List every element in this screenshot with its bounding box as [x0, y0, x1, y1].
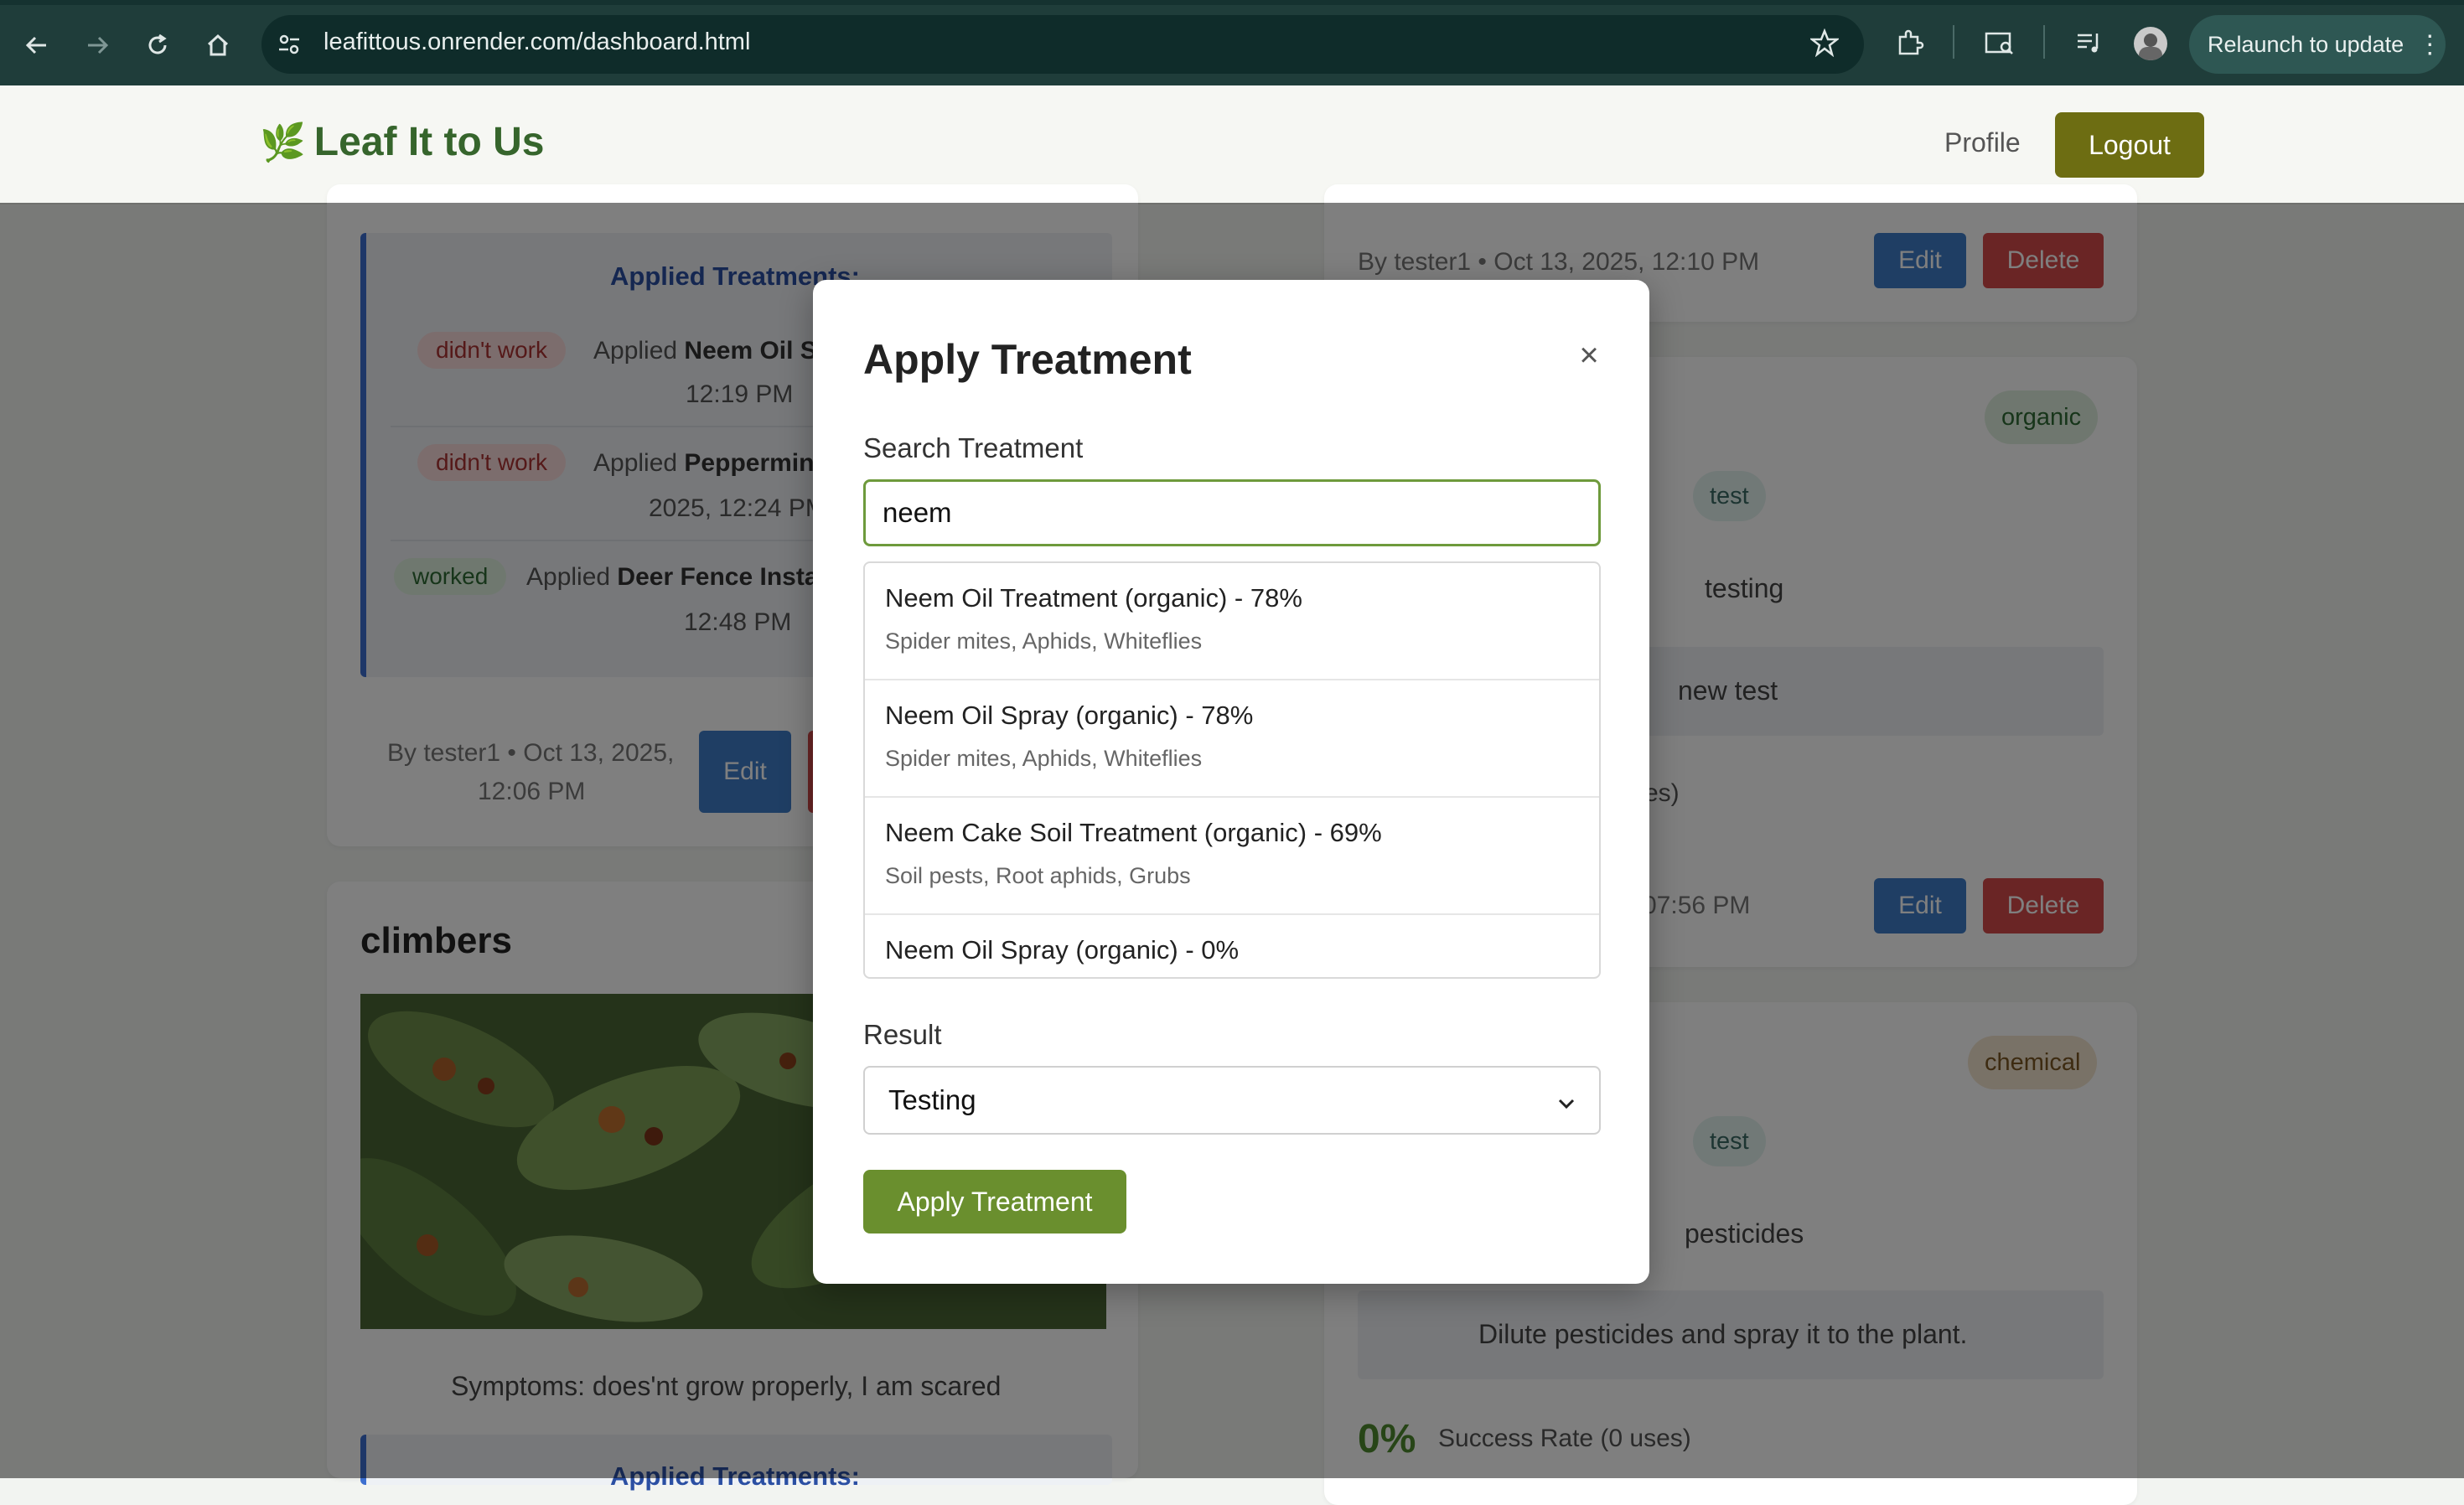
back-icon[interactable] [13, 22, 60, 69]
search-result-item[interactable]: Neem Oil Spray (organic) - 0% [865, 915, 1599, 977]
result-name: Neem Cake Soil Treatment (organic) - 69% [885, 818, 1382, 847]
modal-title: Apply Treatment [863, 336, 1192, 383]
more-menu-icon[interactable]: ⋮ [2417, 30, 2442, 59]
reload-icon[interactable] [134, 22, 181, 69]
result-pests: Spider mites, Aphids, Whiteflies [885, 746, 1203, 771]
home-icon[interactable] [194, 22, 241, 69]
search-treatment-input[interactable] [863, 479, 1601, 546]
result-select[interactable]: Testing [863, 1066, 1601, 1135]
result-selected-value: Testing [888, 1084, 976, 1115]
profile-avatar[interactable] [2134, 27, 2167, 60]
nav-profile-link[interactable]: Profile [1944, 127, 2021, 158]
relaunch-button[interactable]: Relaunch to update ⋮ [2189, 15, 2446, 74]
toolbar-divider [2043, 25, 2045, 59]
search-treatment-label: Search Treatment [863, 432, 1084, 463]
url-text[interactable]: leafittous.onrender.com/dashboard.html [324, 28, 750, 56]
search-result-item[interactable]: Neem Cake Soil Treatment (organic) - 69%… [865, 798, 1599, 915]
close-icon[interactable]: × [1572, 337, 1606, 374]
result-label: Result [863, 1019, 942, 1050]
result-pests: Spider mites, Aphids, Whiteflies [885, 628, 1203, 654]
extensions-icon[interactable] [1896, 28, 1924, 61]
search-result-item[interactable]: Neem Oil Spray (organic) - 78% Spider mi… [865, 680, 1599, 798]
relaunch-label: Relaunch to update [2208, 31, 2404, 57]
search-result-item[interactable]: Neem Oil Treatment (organic) - 78% Spide… [865, 563, 1599, 680]
result-name: Neem Oil Spray (organic) - 0% [885, 935, 1240, 965]
search-tabs-icon[interactable] [1985, 28, 2015, 61]
search-results-dropdown[interactable]: Neem Oil Treatment (organic) - 78% Spide… [863, 561, 1601, 979]
bookmark-star-icon[interactable] [1809, 28, 1840, 61]
result-name: Neem Oil Spray (organic) - 78% [885, 701, 1254, 730]
site-logo-text: Leaf It to Us [313, 120, 545, 164]
site-settings-icon[interactable] [277, 32, 302, 61]
forward-icon[interactable] [74, 22, 121, 69]
toolbar-divider [1953, 25, 1954, 59]
chevron-down-icon [1557, 1084, 1576, 1116]
result-pests: Soil pests, Root aphids, Grubs [885, 863, 1191, 888]
site-logo[interactable]: 🌿 Leaf It to Us [260, 119, 544, 165]
media-controls-icon[interactable] [2075, 28, 2104, 61]
leaf-icon: 🌿 [260, 122, 306, 163]
result-name: Neem Oil Treatment (organic) - 78% [885, 583, 1302, 613]
apply-treatment-button[interactable]: Apply Treatment [863, 1170, 1126, 1233]
logout-button[interactable]: Logout [2055, 112, 2204, 178]
